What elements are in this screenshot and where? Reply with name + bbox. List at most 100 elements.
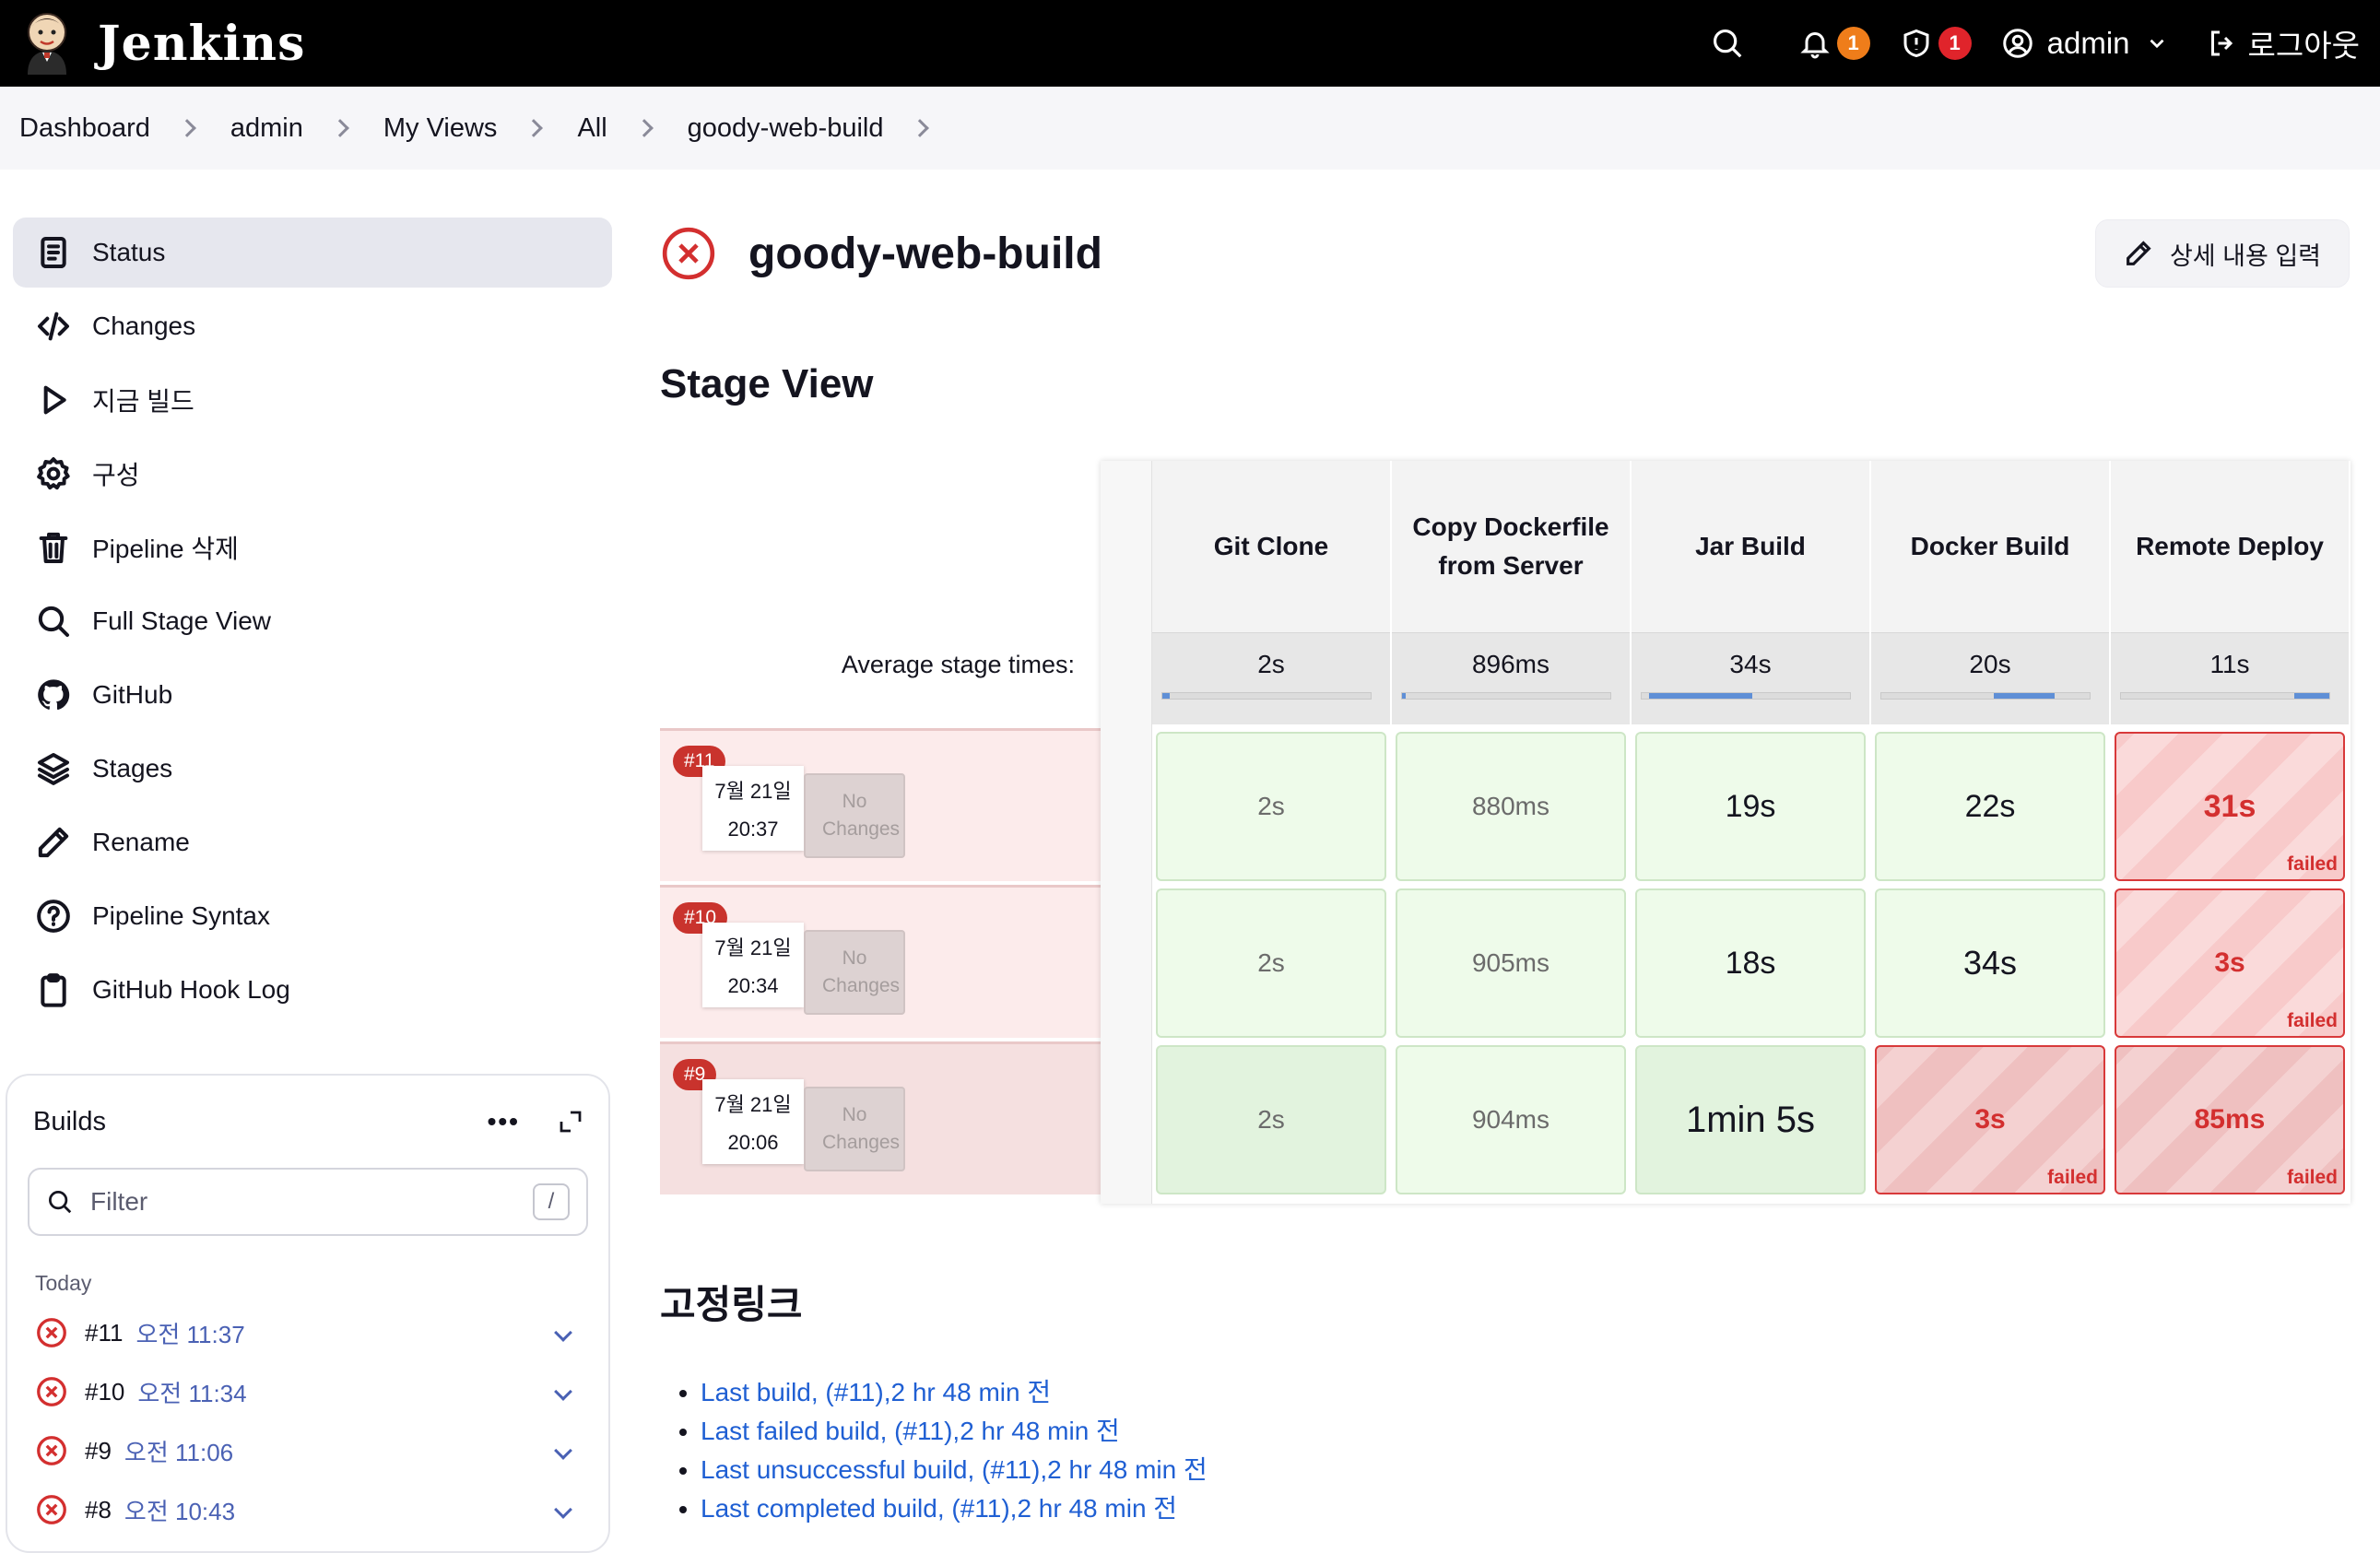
run-changes-label: No Changes	[822, 791, 901, 840]
failed-label: failed	[2047, 1167, 2098, 1188]
stage-cell-success[interactable]: 22s	[1875, 732, 2105, 881]
stage-cell-success[interactable]: 34s	[1875, 888, 2105, 1038]
gear-icon	[33, 453, 74, 494]
build-number[interactable]: #8	[85, 1496, 112, 1524]
sidebar-item-stages[interactable]: Stages	[13, 734, 612, 804]
stage-cell-success[interactable]: 1min 5s	[1635, 1045, 1866, 1194]
breadcrumb-job[interactable]: goody-web-build	[688, 113, 884, 144]
run-changes[interactable]: No Changes	[804, 773, 905, 858]
breadcrumb-my-views[interactable]: My Views	[383, 113, 498, 144]
user-menu[interactable]: admin	[2001, 0, 2169, 87]
security-button[interactable]: 1	[1900, 0, 1972, 87]
permalink-last-failed-build[interactable]: Last failed build, (#11),2 hr 48 min 전	[701, 1417, 1120, 1445]
run-date-time: 20:37	[727, 818, 779, 841]
build-number[interactable]: #9	[85, 1437, 112, 1465]
permalinks-list: Last build, (#11),2 hr 48 min 전 Last fai…	[701, 1373, 1208, 1528]
run-row[interactable]: #11 7월 21일 20:37 No Changes	[660, 728, 1101, 881]
build-number[interactable]: #10	[85, 1378, 124, 1406]
sidebar-item-build-now[interactable]: 지금 빌드	[13, 365, 612, 435]
expand-icon[interactable]	[557, 1108, 584, 1135]
stage-average-bar	[1161, 692, 1372, 700]
run-date: 7월 21일 20:06	[702, 1079, 804, 1164]
build-row[interactable]: #10 오전 11:34	[7, 1362, 608, 1421]
build-row[interactable]: #11 오전 11:37	[7, 1303, 608, 1362]
search-button[interactable]	[1710, 0, 1745, 87]
build-row[interactable]: #9 오전 11:06	[7, 1421, 608, 1480]
stage-average-bar	[1401, 692, 1611, 700]
failed-label: failed	[2287, 853, 2338, 875]
sidebar-item-github-hook-log[interactable]: GitHub Hook Log	[13, 955, 612, 1025]
sidebar-item-changes[interactable]: Changes	[13, 291, 612, 361]
stage-cell-failed[interactable]: 85ms failed	[2115, 1045, 2345, 1194]
stage-cell-success[interactable]: 880ms	[1396, 732, 1626, 881]
notifications-button[interactable]: 1	[1798, 0, 1870, 87]
run-changes[interactable]: No Changes	[804, 1087, 905, 1171]
chevron-down-icon[interactable]	[554, 1500, 572, 1519]
chevron-right-icon[interactable]	[330, 119, 349, 137]
app-name: Jenkins	[98, 15, 306, 72]
edit-description-button[interactable]: 상세 내용 입력	[2095, 219, 2350, 288]
stage-cell-failed[interactable]: 3s failed	[2115, 888, 2345, 1038]
chevron-right-icon[interactable]	[911, 119, 930, 137]
permalink-last-completed-build[interactable]: Last completed build, (#11),2 hr 48 min …	[701, 1494, 1177, 1523]
stage-cell-success[interactable]: 2s	[1156, 888, 1386, 1038]
stage-average: 20s	[1871, 632, 2109, 724]
breadcrumb-admin[interactable]: admin	[230, 113, 303, 144]
sidebar-item-github[interactable]: GitHub	[13, 660, 612, 730]
stage-average-bar	[1641, 692, 1851, 700]
build-row[interactable]: #8 오전 10:43	[7, 1480, 608, 1539]
sidebar-item-pipeline-syntax[interactable]: Pipeline Syntax	[13, 881, 612, 951]
build-time[interactable]: 오전 11:06	[124, 1434, 233, 1468]
sidebar-item-status[interactable]: Status	[13, 218, 612, 288]
run-changes[interactable]: No Changes	[804, 930, 905, 1015]
chevron-right-icon[interactable]	[177, 119, 196, 137]
build-number[interactable]: #11	[85, 1319, 123, 1347]
stage-cell-success[interactable]: 904ms	[1396, 1045, 1626, 1194]
stage-view-title: Stage View	[660, 361, 874, 406]
jenkins-logo[interactable]: Jenkins	[20, 10, 305, 76]
chevron-down-icon[interactable]	[554, 1324, 572, 1342]
document-icon	[33, 232, 74, 273]
permalink-last-unsuccessful-build[interactable]: Last unsuccessful build, (#11),2 hr 48 m…	[701, 1455, 1208, 1484]
sidebar-item-full-stage-view[interactable]: Full Stage View	[13, 586, 612, 656]
failed-label: failed	[2287, 1167, 2338, 1188]
permalink-item: Last build, (#11),2 hr 48 min 전	[701, 1373, 1208, 1412]
more-icon[interactable]: •••	[488, 1107, 520, 1136]
build-time[interactable]: 오전 10:43	[124, 1493, 235, 1527]
builds-filter-input[interactable]: Filter /	[28, 1168, 588, 1236]
user-name: admin	[2046, 26, 2130, 60]
sidebar-item-delete-pipeline[interactable]: Pipeline 삭제	[13, 512, 612, 582]
sidebar-item-configure[interactable]: 구성	[13, 439, 612, 509]
trash-icon	[33, 527, 74, 568]
sidebar-item-label: Status	[92, 238, 166, 266]
stage-cell-failed[interactable]: 3s failed	[1875, 1045, 2105, 1194]
stage-cell-success[interactable]: 2s	[1156, 732, 1386, 881]
stage-cell-success[interactable]: 19s	[1635, 732, 1866, 881]
permalink-item: Last completed build, (#11),2 hr 48 min …	[701, 1489, 1208, 1528]
filter-placeholder: Filter	[90, 1187, 148, 1216]
chevron-right-icon[interactable]	[634, 119, 654, 137]
chevron-right-icon[interactable]	[524, 119, 544, 137]
sidebar-item-label: Stages	[92, 754, 173, 782]
stage-cell-success[interactable]: 2s	[1156, 1045, 1386, 1194]
stage-header: Docker Build	[1871, 461, 2109, 632]
run-row[interactable]: #10 7월 21일 20:34 No Changes	[660, 885, 1101, 1038]
logout-button[interactable]: 로그아웃	[2206, 0, 2360, 87]
stage-cell-failed[interactable]: 31s failed	[2115, 732, 2345, 881]
stage-cell-success[interactable]: 18s	[1635, 888, 1866, 1038]
sidebar-item-rename[interactable]: Rename	[13, 807, 612, 877]
stage-average-bar	[2120, 692, 2330, 700]
logout-label: 로그아웃	[2247, 29, 2360, 63]
build-time[interactable]: 오전 11:34	[137, 1375, 246, 1409]
run-date-day: 7월 21일	[714, 1093, 792, 1116]
play-icon	[33, 380, 74, 420]
breadcrumb-dashboard[interactable]: Dashboard	[19, 113, 150, 144]
permalink-last-build[interactable]: Last build, (#11),2 hr 48 min 전	[701, 1378, 1051, 1406]
breadcrumb-all[interactable]: All	[577, 113, 607, 144]
run-row[interactable]: #9 7월 21일 20:06 No Changes	[660, 1041, 1101, 1194]
stage-cell-success[interactable]: 905ms	[1396, 888, 1626, 1038]
build-time[interactable]: 오전 11:37	[135, 1316, 244, 1350]
permalink-item: Last failed build, (#11),2 hr 48 min 전	[701, 1412, 1208, 1451]
chevron-down-icon[interactable]	[554, 1382, 572, 1401]
chevron-down-icon[interactable]	[554, 1441, 572, 1460]
